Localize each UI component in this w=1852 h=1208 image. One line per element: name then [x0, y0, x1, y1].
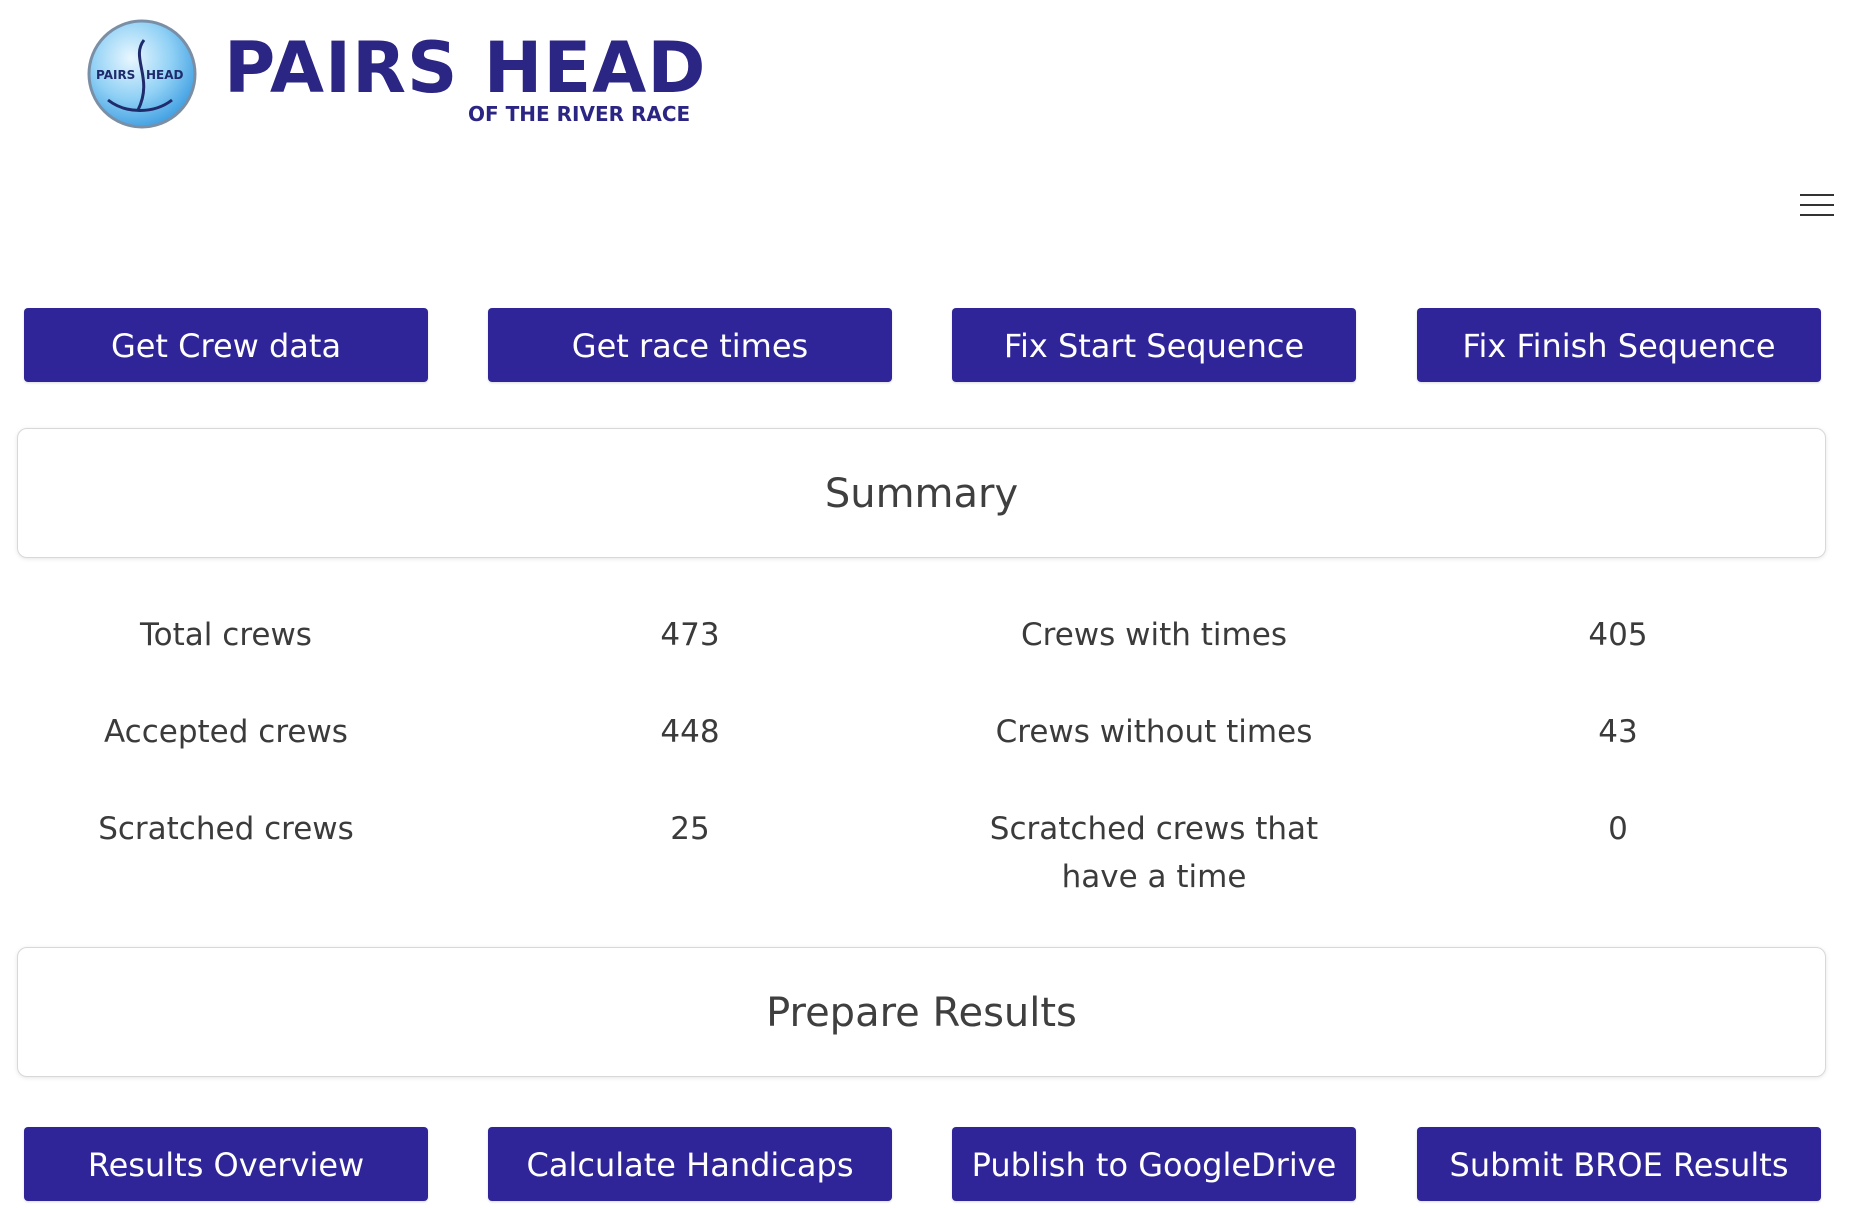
logo-title: PAIRS HEAD: [224, 28, 706, 108]
get-race-times-button[interactable]: Get race times: [488, 308, 892, 382]
menu-line: [1800, 204, 1834, 206]
menu-line: [1800, 214, 1834, 216]
summary-label-total-crews: Total crews: [6, 611, 446, 659]
summary-value-total-crews: 473: [470, 611, 910, 659]
summary-label-crews-with-times: Crews with times: [934, 611, 1374, 659]
fix-finish-sequence-button[interactable]: Fix Finish Sequence: [1417, 308, 1821, 382]
bottom-button-row: Results Overview Calculate Handicaps Pub…: [0, 1127, 1852, 1201]
summary-label-crews-without-times: Crews without times: [934, 708, 1374, 756]
pairs-head-logo[interactable]: PAIRS HEAD PAIRS HEAD OF THE RIVER RACE: [86, 18, 686, 138]
submit-broe-results-button[interactable]: Submit BROE Results: [1417, 1127, 1821, 1201]
results-overview-button[interactable]: Results Overview: [24, 1127, 428, 1201]
summary-panel: Summary: [17, 428, 1826, 558]
menu-line: [1800, 194, 1834, 196]
summary-value-crews-with-times: 405: [1398, 611, 1838, 659]
summary-value-crews-without-times: 43: [1398, 708, 1838, 756]
summary-label-scratched-crews: Scratched crews: [6, 805, 446, 853]
calculate-handicaps-button[interactable]: Calculate Handicaps: [488, 1127, 892, 1201]
get-crew-data-button[interactable]: Get Crew data: [24, 308, 428, 382]
summary-label-scratched-with-time: Scratched crews that have a time: [954, 805, 1354, 901]
prepare-results-panel: Prepare Results: [17, 947, 1826, 1077]
fix-start-sequence-button[interactable]: Fix Start Sequence: [952, 308, 1356, 382]
logo-badge-left-text: PAIRS: [96, 68, 135, 82]
logo-badge-icon: PAIRS HEAD: [86, 18, 198, 130]
logo-subtitle: OF THE RIVER RACE: [468, 102, 690, 126]
summary-heading: Summary: [18, 429, 1825, 559]
summary-value-accepted-crews: 448: [470, 708, 910, 756]
prepare-results-heading: Prepare Results: [18, 948, 1825, 1078]
summary-value-scratched-crews: 25: [470, 805, 910, 853]
top-button-row: Get Crew data Get race times Fix Start S…: [0, 308, 1852, 382]
summary-label-accepted-crews: Accepted crews: [6, 708, 446, 756]
summary-value-scratched-with-time: 0: [1398, 805, 1838, 853]
logo-badge-right-text: HEAD: [146, 68, 184, 82]
publish-to-googledrive-button[interactable]: Publish to GoogleDrive: [952, 1127, 1356, 1201]
hamburger-menu-icon[interactable]: [1800, 190, 1834, 220]
